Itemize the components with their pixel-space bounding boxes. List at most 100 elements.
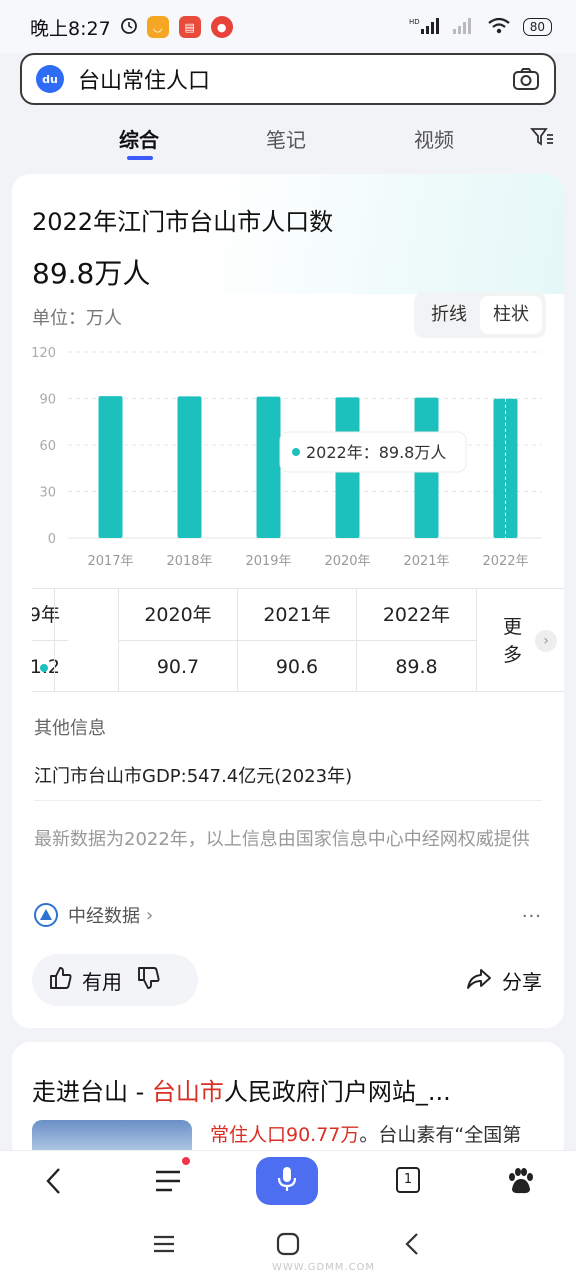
more-label: 更多 bbox=[503, 616, 523, 666]
table-header-cell: 2022年 bbox=[357, 589, 476, 641]
status-right: HD 80 bbox=[409, 17, 552, 38]
y-tick-label: 120 bbox=[31, 346, 56, 361]
app-notification-icon: ◡ bbox=[146, 16, 169, 38]
recent-apps-icon[interactable] bbox=[152, 1232, 176, 1260]
baidu-logo-icon: du bbox=[36, 65, 64, 93]
chat-app-icon: ● bbox=[210, 16, 233, 38]
x-tick-label: 2020年 bbox=[324, 554, 370, 569]
snippet-highlight: 常住人口90.77万 bbox=[210, 1124, 360, 1146]
unit-label: 单位：万人 bbox=[32, 308, 122, 329]
status-bar: 晚上8:27 ◡ ▤ ● HD 80 bbox=[0, 0, 576, 54]
snippet-text: 。台山素有“全国第 bbox=[359, 1124, 522, 1146]
table-header-cell: 2021年 bbox=[238, 589, 356, 641]
share-icon bbox=[466, 967, 492, 995]
table-column: 2020年 90.7 bbox=[118, 589, 237, 691]
tab-notes[interactable]: 笔记 bbox=[266, 124, 306, 153]
share-button[interactable]: 分享 bbox=[466, 966, 542, 995]
series-dot-icon bbox=[40, 664, 48, 672]
tab-count-button[interactable]: 1 bbox=[396, 1167, 420, 1193]
nav-back-icon[interactable] bbox=[402, 1232, 422, 1260]
chart-type-toggle: 折线 柱状 bbox=[414, 292, 546, 338]
bottom-toolbar: 1 bbox=[0, 1150, 576, 1212]
tab-all[interactable]: 综合 bbox=[119, 124, 159, 153]
watermark-text: WWW.GDMM.COM bbox=[272, 1262, 376, 1273]
table-value-cell: 90.6 bbox=[275, 656, 319, 678]
data-table: 19年 1.2 2020年 90.7 2021年 90.6 2022年 89.8… bbox=[32, 588, 564, 692]
filter-icon[interactable] bbox=[530, 126, 554, 152]
news-app-icon: ▤ bbox=[178, 16, 201, 38]
result-title-suffix: 人民政府门户网站_... bbox=[223, 1078, 451, 1106]
card-value: 89.8万人 bbox=[32, 257, 151, 290]
active-tab-indicator bbox=[127, 156, 153, 160]
chart-bar bbox=[98, 396, 123, 538]
result-title-highlight: 台山市 bbox=[151, 1078, 224, 1106]
x-tick-label: 2017年 bbox=[87, 554, 133, 569]
signal-2-icon bbox=[451, 17, 475, 38]
feedback-pill: 有用 bbox=[32, 954, 198, 1006]
source-link[interactable]: 中经数据 › bbox=[34, 902, 153, 928]
battery-indicator: 80 bbox=[522, 18, 552, 36]
y-tick-label: 0 bbox=[48, 532, 56, 547]
table-column: 2022年 89.8 bbox=[356, 589, 476, 691]
result-title-prefix: 走进台山 - bbox=[32, 1078, 152, 1106]
other-info-heading: 其他信息 bbox=[34, 718, 106, 739]
tooltip-dot-icon bbox=[292, 448, 300, 456]
table-column: 19年 1.2 bbox=[32, 589, 68, 691]
table-value-cell: 89.8 bbox=[395, 656, 438, 678]
result-snippet: 常住人口90.77万。台山素有“全国第 bbox=[210, 1120, 521, 1147]
useful-button[interactable]: 有用 bbox=[82, 966, 122, 995]
camera-icon[interactable] bbox=[512, 67, 540, 91]
gdp-info: 江门市台山市GDP:547.4亿元(2023年) bbox=[34, 766, 353, 787]
population-bar-chart[interactable]: 0 30 60 90 120 2017年 2018年 2019年 2020年 2021年 2022年… bbox=[12, 342, 564, 582]
table-value-cell: 90.7 bbox=[156, 656, 200, 678]
more-options-icon[interactable]: ··· bbox=[522, 906, 542, 927]
thumbs-down-icon[interactable] bbox=[136, 965, 162, 995]
thumbs-up-icon[interactable] bbox=[48, 965, 74, 995]
table-value-cell: 1.2 bbox=[32, 641, 68, 691]
home-icon[interactable] bbox=[276, 1232, 300, 1260]
source-logo-icon bbox=[34, 903, 58, 927]
search-bar[interactable]: du 台山常住人口 bbox=[20, 53, 556, 105]
population-card: 2022年江门市台山市人口数 89.8万人 单位：万人 折线 柱状 0 30 60 9… bbox=[12, 174, 564, 1028]
table-header-cell: 2020年 bbox=[119, 589, 237, 641]
source-note: 最新数据为2022年，以上信息由国家信息中心中经网权威提供 bbox=[34, 829, 530, 850]
chart-bar bbox=[177, 396, 202, 538]
svg-text:HD: HD bbox=[409, 18, 420, 26]
microphone-icon bbox=[277, 1165, 297, 1197]
y-tick-label: 30 bbox=[39, 486, 56, 501]
voice-search-button[interactable] bbox=[256, 1157, 318, 1205]
menu-icon[interactable] bbox=[154, 1165, 182, 1201]
result-tabs: 综合 笔记 视频 bbox=[0, 112, 576, 166]
y-tick-label: 60 bbox=[39, 439, 56, 454]
status-time: 晚上8:27 bbox=[30, 17, 111, 40]
baidu-paw-icon[interactable] bbox=[504, 1165, 536, 1201]
line-chart-option[interactable]: 折线 bbox=[418, 296, 480, 334]
source-name: 中经数据 bbox=[68, 906, 140, 927]
result-card[interactable]: 走进台山 - 台山市人民政府门户网站_... 常住人口90.77万。台山素有“全… bbox=[12, 1042, 564, 1162]
search-input[interactable]: 台山常住人口 bbox=[78, 63, 512, 95]
x-tick-label: 2022年 bbox=[482, 554, 528, 569]
share-label: 分享 bbox=[502, 970, 542, 994]
chevron-right-icon: › bbox=[146, 904, 154, 926]
tooltip-text: 2022年：89.8万人 bbox=[306, 443, 446, 462]
table-column: 2021年 90.6 bbox=[237, 589, 356, 691]
bar-chart-option[interactable]: 柱状 bbox=[480, 296, 542, 334]
chevron-right-icon: › bbox=[535, 630, 557, 652]
signal-icon: HD bbox=[409, 17, 439, 38]
wifi-icon bbox=[487, 17, 511, 38]
x-tick-label: 2018年 bbox=[166, 554, 212, 569]
table-more-button[interactable]: 更多 › bbox=[476, 589, 564, 691]
card-title: 2022年江门市台山市人口数 bbox=[32, 208, 334, 236]
x-tick-label: 2019年 bbox=[245, 554, 291, 569]
x-tick-label: 2021年 bbox=[403, 554, 449, 569]
notification-icons: ◡ ▤ ● bbox=[146, 16, 233, 38]
result-title[interactable]: 走进台山 - 台山市人民政府门户网站_... bbox=[32, 1072, 451, 1107]
table-header-cell: 19年 bbox=[32, 589, 68, 641]
back-icon[interactable] bbox=[42, 1165, 66, 1201]
table-divider bbox=[54, 589, 55, 691]
divider bbox=[34, 800, 542, 801]
tab-video[interactable]: 视频 bbox=[414, 124, 454, 153]
notification-dot bbox=[182, 1157, 190, 1165]
alarm-icon bbox=[119, 15, 139, 39]
chart-bar bbox=[256, 396, 281, 538]
